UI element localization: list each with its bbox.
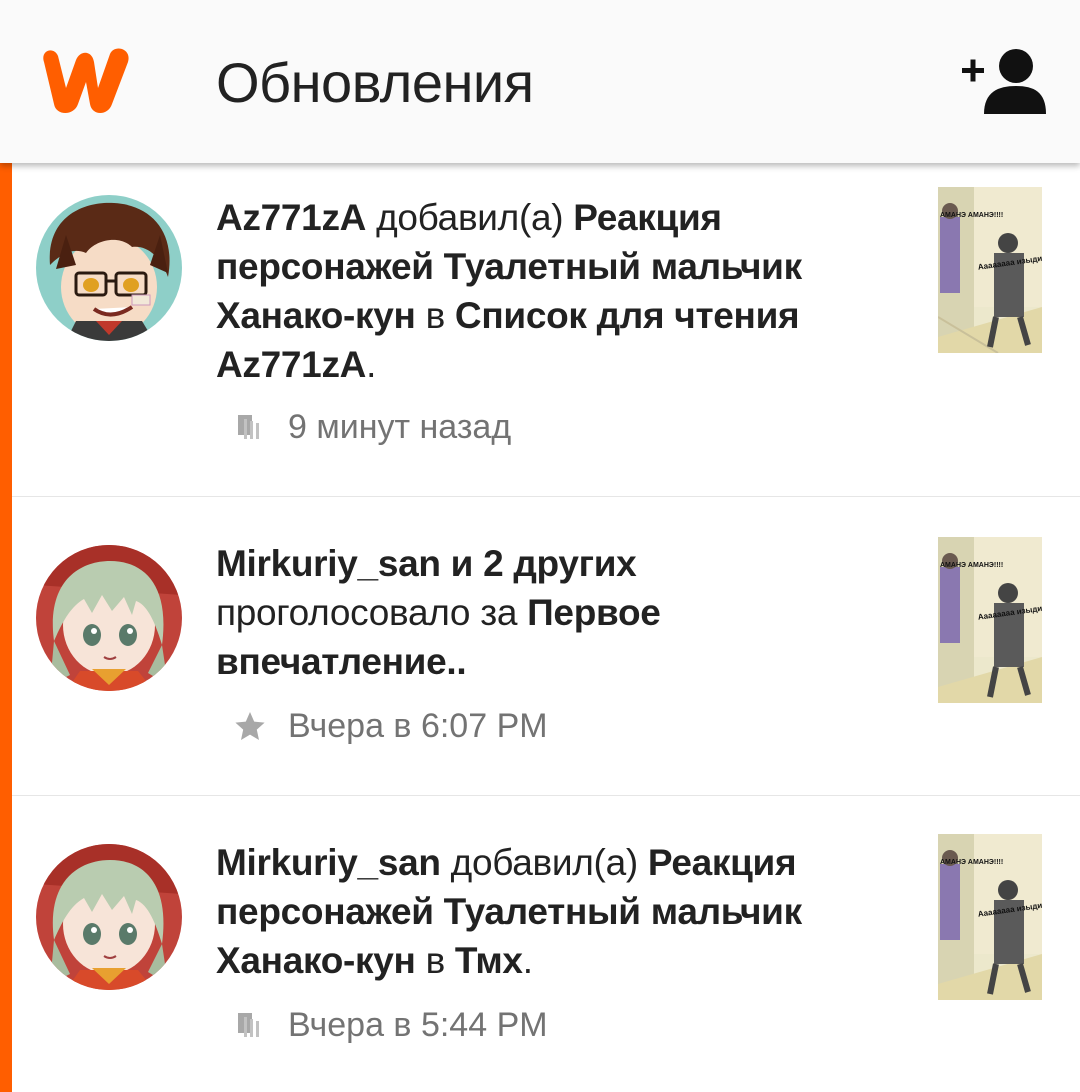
reading-list-link[interactable]: Тмх	[455, 940, 523, 981]
thumb-caption: АМАНЭ АМАНЭ!!!!	[940, 859, 1003, 866]
others-link[interactable]: и 2 других	[451, 543, 637, 584]
story-cover-thumbnail[interactable]: АМАНЭ АМАНЭ!!!! Аааааааа изыди!!!!	[938, 537, 1042, 703]
connector-text: в	[425, 295, 446, 336]
username-link[interactable]: Az771zA	[216, 197, 366, 238]
connector-text: в	[425, 940, 446, 981]
feed-item[interactable]: Mirkuriy_san добавил(а) Реакция персонаж…	[12, 795, 1080, 1092]
wattpad-logo[interactable]	[36, 40, 134, 118]
action-text: добавил(а)	[376, 197, 564, 238]
reading-list-icon	[234, 411, 266, 443]
avatar[interactable]	[36, 545, 182, 691]
action-text: добавил(а)	[450, 842, 639, 883]
avatar[interactable]	[36, 844, 182, 990]
sentence-end: .	[522, 940, 533, 981]
thumb-caption: АМАНЭ АМАНЭ!!!!	[940, 562, 1003, 569]
username-link[interactable]: Mirkuriy_san	[216, 543, 441, 584]
timestamp: Вчера в 6:07 PM	[288, 706, 548, 745]
timestamp-row: Вчера в 5:44 PM	[234, 1003, 548, 1047]
star-icon	[234, 710, 266, 742]
timestamp-row: Вчера в 6:07 PM	[234, 704, 548, 748]
add-person-icon	[962, 49, 1046, 114]
page-title: Обновления	[216, 51, 534, 114]
story-cover-thumbnail[interactable]: АМАНЭ АМАНЭ!!!! Аааааааа изыди!!!!	[938, 187, 1042, 353]
unread-accent-bar	[0, 163, 12, 1092]
timestamp: Вчера в 5:44 PM	[288, 1005, 548, 1044]
thumb-caption: АМАНЭ АМАНЭ!!!!	[940, 212, 1003, 219]
timestamp: 9 минут назад	[288, 407, 512, 446]
username-link[interactable]: Mirkuriy_san	[216, 842, 441, 883]
add-friend-button[interactable]	[958, 46, 1048, 118]
avatar[interactable]	[36, 195, 182, 341]
activity-text: Az771zA добавил(а) Реакция персонажей Ту…	[216, 193, 896, 389]
action-text: проголосовало за	[216, 592, 518, 633]
feed-item[interactable]: Az771zA добавил(а) Реакция персонажей Ту…	[12, 163, 1080, 496]
timestamp-row: 9 минут назад	[234, 405, 511, 449]
reading-list-icon	[234, 1009, 266, 1041]
top-app-bar: Обновления	[0, 0, 1080, 163]
activity-text: Mirkuriy_san добавил(а) Реакция персонаж…	[216, 838, 896, 985]
updates-feed: Az771zA добавил(а) Реакция персонажей Ту…	[0, 163, 1080, 1092]
feed-item[interactable]: Mirkuriy_san и 2 других проголосовало за…	[12, 496, 1080, 795]
sentence-end: .	[366, 344, 377, 385]
activity-text: Mirkuriy_san и 2 других проголосовало за…	[216, 539, 896, 686]
story-cover-thumbnail[interactable]: АМАНЭ АМАНЭ!!!! Аааааааа изыди!!!!	[938, 834, 1042, 1000]
